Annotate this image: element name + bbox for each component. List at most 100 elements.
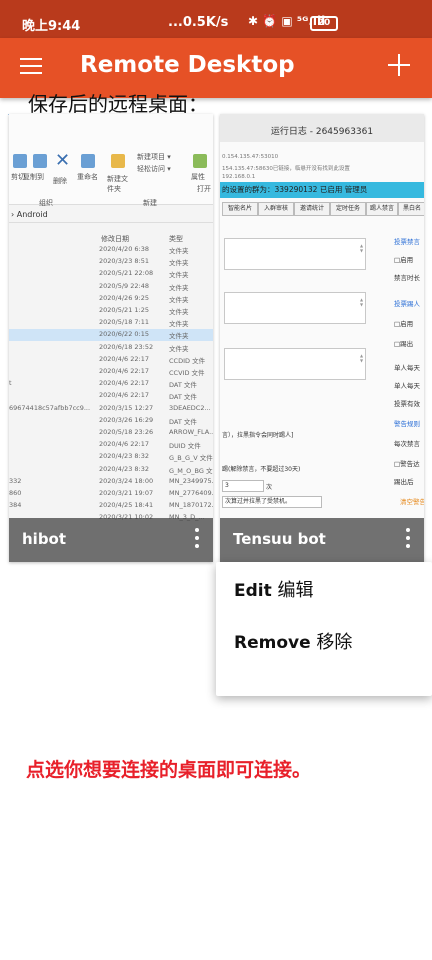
instruction-text: 点选你想要连接的桌面即可连接。 [26, 759, 312, 781]
table-row: 2020/5/18 7:11 文件夹 [9, 317, 213, 329]
cell-name: 69674418c57afbb7cc9... [9, 403, 91, 412]
table-row: 2020/6/18 23:52 文件夹 [9, 342, 213, 354]
table-row: 384 2020/4/25 18:41 MN_1870172... [9, 500, 213, 512]
delete-x-icon: ✕ [55, 150, 71, 171]
cell-date: 2020/4/6 22:17 [99, 379, 149, 388]
status-bar: 晚上9:44 ...0.5K/s ✱ ⏰ ▣ ⁵ᴳ.ıll 20 [0, 0, 432, 38]
cell-type: DAT 文件 [169, 393, 197, 402]
side-item: 投票踢人 [394, 300, 420, 308]
cell-type: G_B_G_V 文件 [169, 454, 213, 463]
ribbon-label: 新建项目 ▾ [137, 153, 171, 161]
side-item: 警告规则 [394, 420, 420, 428]
table-row: 2020/4/6 22:17 DUID 文件 [9, 439, 213, 451]
desktop-name: hibot [22, 530, 67, 548]
table-row: 332 2020/3/24 18:00 MN_2349975... [9, 476, 213, 488]
table-row: 2020/3/23 8:51 文件夹 [9, 256, 213, 268]
warn-count-input: 3 [222, 480, 264, 492]
cell-date: 2020/4/6 22:17 [99, 367, 149, 375]
cell-date: 2020/4/20 6:38 [99, 245, 149, 253]
warn-unit: 次 [266, 484, 273, 491]
column-header-date: 修改日期 [101, 235, 129, 243]
more-vert-icon[interactable] [195, 528, 199, 552]
footer-line: 言），拉黑指令会同时踢人] [222, 432, 294, 439]
ribbon-label: 新建 [143, 199, 157, 207]
ribbon-label: 组织 [39, 199, 53, 207]
cell-type: 文件夹 [169, 308, 189, 316]
cell-type: 文件夹 [169, 344, 189, 353]
side-item: 清空警告 [400, 498, 424, 506]
rename-icon [81, 154, 95, 168]
table-row: 2020/4/20 6:38 文件夹 [9, 244, 213, 256]
menu-item-remove[interactable]: Remove 移除 [234, 628, 352, 654]
cell-date: 2020/4/6 22:17 [99, 354, 149, 363]
cell-type: DUID 文件 [169, 442, 201, 451]
side-item: 单人每天 [394, 364, 420, 372]
table-row: 2020/4/23 8:32 G_B_G_V 文件 [9, 451, 213, 463]
cell-date: 2020/4/26 9:25 [99, 293, 149, 302]
table-row: 2020/3/26 16:29 DAT 文件 [9, 415, 213, 427]
cell-type: DAT 文件 [169, 381, 197, 390]
thumb-tab: 入群审核 [258, 202, 294, 216]
caption-text: 保存后的远程桌面： [28, 92, 208, 116]
cell-date: 2020/4/23 8:32 [99, 464, 149, 473]
thumbnail-path: › Android [9, 210, 213, 223]
cell-name: 384 [9, 501, 22, 510]
table-row: 2020/4/6 22:17 CCVID 文件 [9, 366, 213, 378]
cell-date: 2020/3/26 16:29 [99, 415, 154, 424]
thumb-tab: 定时任务 [330, 202, 366, 216]
thumb-tab: 黑白名 [398, 202, 424, 216]
side-item: 踢出后 [394, 478, 414, 486]
cell-type: MN_2776409... [169, 489, 213, 497]
cell-type: 文件夹 [169, 332, 189, 341]
cell-date: 2020/6/18 23:52 [99, 342, 154, 351]
cell-date: 2020/3/15 12:27 [99, 403, 154, 412]
side-item: □启用 [394, 320, 414, 328]
desktop-card-hibot[interactable]: ✕ 新建项目 ▾ 轻松访问 ▾ 新建 属性 剪切 复制到 删除 重命名 新建文件… [9, 114, 213, 562]
ribbon-label: 删除 [53, 177, 67, 185]
table-row: 69674418c57afbb7cc9... 2020/3/15 12:27 3DE… [9, 403, 213, 415]
table-row: 2020/5/9 22:48 文件夹 [9, 281, 213, 293]
cell-type: G_M_O_BG 文 [169, 466, 213, 475]
side-item: 单人每天 [394, 382, 420, 390]
cell-date: 2020/5/18 23:26 [99, 428, 154, 436]
thumbnail-ribbon: ✕ 新建项目 ▾ 轻松访问 ▾ 新建 属性 剪切 复制到 删除 重命名 新建文件… [9, 114, 213, 207]
ribbon-label: 打开 [197, 185, 211, 193]
cell-date: 2020/4/6 22:17 [99, 440, 149, 449]
cell-date: 2020/3/23 8:51 [99, 257, 149, 266]
desktop-card-tensuu-bot[interactable]: 运行日志 - 2645963361 0.154.135.47:53010 154… [220, 114, 424, 562]
cell-type: MN_1870172... [169, 501, 213, 510]
add-desktop-plus-icon[interactable] [388, 54, 410, 76]
table-row: 860 2020/3/21 19:07 MN_2776409... [9, 488, 213, 500]
ribbon-label: 属性 [191, 173, 205, 181]
cell-type: 3DEAEDC2... [169, 403, 211, 412]
cell-type: 文件夹 [169, 295, 189, 304]
table-row: t 2020/4/6 22:17 DAT 文件 [9, 378, 213, 390]
cell-type: DAT 文件 [169, 417, 197, 426]
cell-type: 文件夹 [169, 247, 189, 255]
ribbon-label: 重命名 [77, 173, 98, 181]
cell-date: 2020/3/21 19:07 [99, 489, 154, 497]
cell-date: 2020/5/21 22:08 [99, 269, 154, 278]
cell-type: 文件夹 [169, 283, 189, 292]
thumb-tab: 邀请统计 [294, 202, 330, 216]
cell-type: CCDID 文件 [169, 356, 206, 365]
group-status-bar: 的设置的群为：339290132 已启用 管理员 [220, 182, 424, 198]
copy-icon [13, 154, 27, 168]
hamburger-menu-icon[interactable] [20, 58, 42, 76]
thumb-textbox [224, 292, 366, 324]
cell-date: 2020/5/21 1:25 [99, 306, 149, 314]
menu-item-remove-en: Remove [234, 633, 311, 653]
table-row: 2020/5/18 23:26 ARROW_FLA... [9, 427, 213, 439]
cell-type: ARROW_FLA... [169, 428, 213, 436]
side-item: 每次禁言 [394, 440, 420, 448]
menu-item-edit-zh: 编辑 [277, 580, 314, 601]
thumbnail-tabs: 智能名片 入群审核 邀请统计 定时任务 踢人禁言 黑白名 [220, 202, 424, 216]
network-speed: ...0.5K/s [168, 15, 229, 30]
log-line: 154.135.47:58630已链接，临悬开没有找到此设置 [222, 166, 350, 172]
thumbnail-title: 运行日志 - 2645963361 [220, 114, 424, 142]
log-line: 192.168.0.1 [222, 174, 256, 180]
cell-date: 2020/4/25 18:41 [99, 501, 154, 510]
menu-item-edit[interactable]: Edit 编辑 [234, 576, 313, 602]
thumb-textbox [224, 238, 366, 270]
more-vert-icon[interactable] [406, 528, 410, 552]
